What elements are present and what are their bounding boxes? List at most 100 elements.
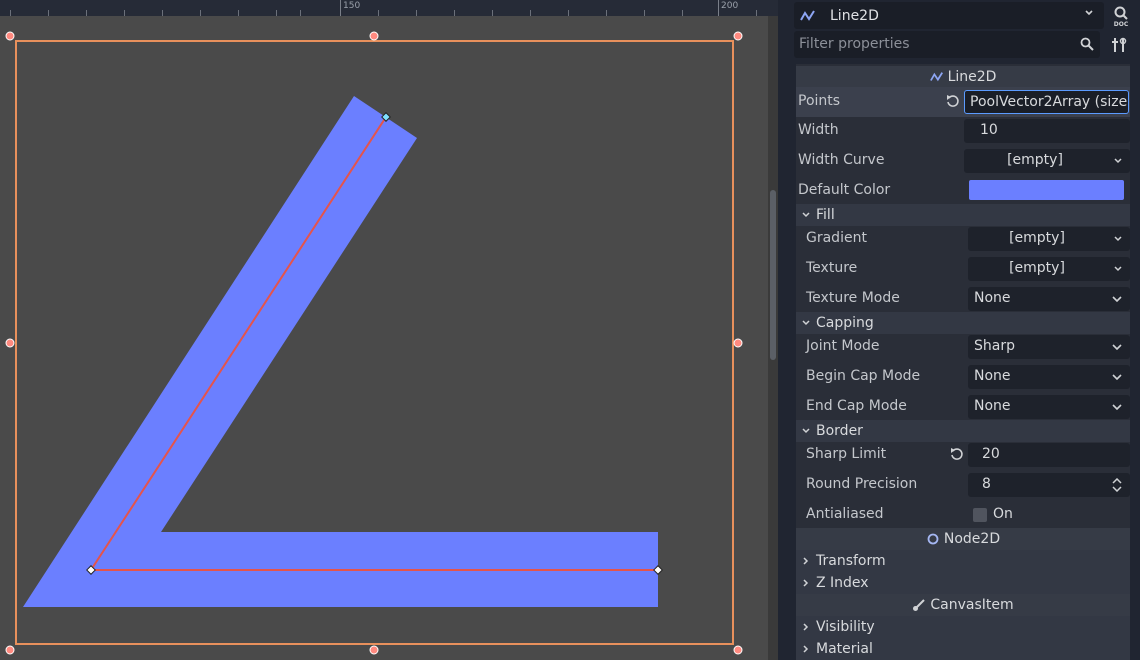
revert-icon[interactable] [950,447,964,461]
tools-icon[interactable] [1110,35,1130,55]
antialiased-checkbox[interactable] [973,508,987,522]
property-default-color[interactable]: Default Color [796,176,1130,206]
ruler-tick [606,10,607,16]
ruler-label: 150 [343,1,361,11]
begin-cap-mode-select[interactable]: None [968,365,1130,389]
round-precision-spinbox[interactable]: 8 [968,473,1130,497]
property-width-curve[interactable]: Width Curve [empty] [796,146,1130,176]
group-fill[interactable]: Fill [796,204,1130,226]
end-cap-mode-select[interactable]: None [968,395,1130,419]
chevron-down-icon [1112,374,1122,380]
group-z-index[interactable]: Z Index [796,572,1130,594]
points-value-button[interactable]: PoolVector2Array (size [964,90,1129,114]
handle-bottom-right[interactable] [733,645,743,655]
ruler-tick [756,10,757,16]
group-border[interactable]: Border [796,420,1130,442]
property-label: Points [798,93,841,109]
property-width[interactable]: Width 10 [796,116,1130,146]
svg-text:DOC: DOC [1114,21,1129,28]
texture-dropdown[interactable]: [empty] [968,257,1130,281]
ruler-tick [300,10,301,16]
property-label: End Cap Mode [806,398,907,414]
revert-icon[interactable] [946,94,960,108]
scene-canvas[interactable] [0,0,778,660]
default-color-swatch[interactable] [969,180,1124,200]
search-icon [1080,37,1094,51]
ruler-tick [238,10,239,16]
points-value: PoolVector2Array (size [970,94,1128,110]
joint-mode-select[interactable]: Sharp [968,335,1130,359]
sharp-limit-input[interactable]: 20 [968,443,1130,467]
handle-bottom-left[interactable] [5,645,15,655]
joint-mode-value: Sharp [974,338,1015,354]
property-round-precision[interactable]: Round Precision 8 [796,470,1130,500]
property-label: Width [798,122,839,138]
chevron-down-icon [1114,266,1122,272]
ruler-tick [454,10,455,16]
ruler-tick [86,10,87,16]
handle-top-center[interactable] [369,31,379,41]
ruler-tick [416,10,417,16]
texture-mode-value: None [974,290,1011,306]
property-texture[interactable]: Texture [empty] [796,254,1130,284]
property-sharp-limit[interactable]: Sharp Limit 20 [796,440,1130,470]
handle-bottom-center[interactable] [369,645,379,655]
property-label: Texture Mode [806,290,900,306]
property-joint-mode[interactable]: Joint Mode Sharp [796,332,1130,362]
property-texture-mode[interactable]: Texture Mode None [796,284,1130,314]
property-list[interactable]: Line2D Points PoolVector2Array (size Wid… [796,64,1130,660]
property-gradient[interactable]: Gradient [empty] [796,224,1130,254]
canvas-viewport[interactable]: 150 200 [0,0,778,660]
filter-properties-field[interactable]: Filter properties [794,31,1100,58]
horizontal-ruler[interactable]: 150 200 [0,0,778,16]
ruler-tick [162,10,163,16]
width-curve-value: [empty] [1007,152,1063,168]
chevron-down-icon [802,320,810,326]
ruler-tick [568,10,569,16]
texture-mode-select[interactable]: None [968,287,1130,311]
ruler-tick [10,10,11,16]
doc-icon[interactable]: DOC [1109,4,1133,28]
viewport-vertical-scrollbar[interactable] [768,16,778,660]
group-transform[interactable]: Transform [796,550,1130,572]
group-material[interactable]: Material [796,638,1130,660]
group-label: Fill [816,207,835,223]
chevron-down-icon [802,428,810,434]
group-capping[interactable]: Capping [796,312,1130,334]
property-label: Begin Cap Mode [806,368,921,384]
handle-top-left[interactable] [5,31,15,41]
gradient-dropdown[interactable]: [empty] [968,227,1130,251]
property-label: Antialiased [806,506,884,522]
property-points[interactable]: Points PoolVector2Array (size [796,87,1130,117]
chevron-down-icon [802,212,810,218]
group-visibility[interactable]: Visibility [796,616,1130,638]
inspector-panel: Line2D DOC Filter properties Line2D Poin… [790,0,1140,660]
group-label: Transform [816,553,886,569]
ruler-tick [492,10,493,16]
section-canvas-item: CanvasItem [796,594,1130,616]
line2d-icon [929,72,943,82]
property-antialiased[interactable]: Antialiased On [796,500,1130,530]
handle-top-right[interactable] [733,31,743,41]
section-label: Line2D [947,69,997,85]
handle-mid-right[interactable] [733,338,743,348]
filter-placeholder: Filter properties [799,36,910,52]
brush-icon [913,599,926,611]
ruler-tick-major [718,0,719,16]
ruler-tick [200,10,201,16]
section-node2d: Node2D [796,528,1130,550]
width-input[interactable]: 10 [964,119,1130,143]
object-selector[interactable]: Line2D [794,2,1104,29]
scrollbar-thumb[interactable] [770,190,776,360]
property-label: Gradient [806,230,867,246]
panel-splitter[interactable] [778,0,790,660]
width-curve-dropdown[interactable]: [empty] [964,149,1130,173]
antialiased-checkbox-label: On [993,506,1013,522]
property-end-cap-mode[interactable]: End Cap Mode None [796,392,1130,422]
stepper-icon[interactable] [1112,478,1122,492]
property-begin-cap-mode[interactable]: Begin Cap Mode None [796,362,1130,392]
chevron-down-icon [1112,344,1122,350]
handle-mid-left[interactable] [5,338,15,348]
line2d-body [23,96,658,607]
property-label: Joint Mode [806,338,880,354]
